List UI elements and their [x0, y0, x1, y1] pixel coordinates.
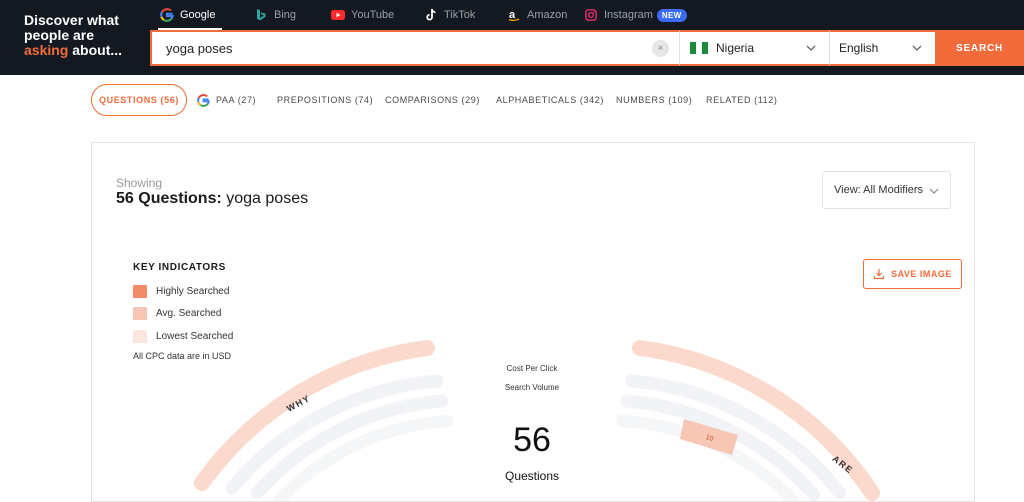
key-item-highly: Highly Searched — [133, 284, 229, 298]
amazon-icon: a — [507, 8, 521, 22]
chevron-down-icon — [806, 45, 816, 51]
brand-tagline[interactable]: Discover what people are asking about... — [24, 13, 144, 58]
cpc-label: Cost Per Click — [506, 364, 558, 373]
search-field-wrap: × — [150, 30, 680, 66]
key-item-label: Lowest Searched — [156, 330, 234, 342]
google-icon — [160, 8, 174, 22]
chevron-down-icon — [929, 188, 939, 194]
country-value: Nigeria — [716, 41, 755, 55]
key-indicators-title: KEY INDICATORS — [133, 262, 226, 273]
engine-label: YouTube — [351, 9, 395, 21]
results-count: 56 Questions: — [116, 190, 222, 207]
questions-count: 56 — [513, 421, 551, 459]
swatch-avg — [133, 306, 147, 320]
tab-questions[interactable]: QUESTIONS (56) — [91, 84, 187, 116]
results-title: 56 Questions: yoga poses — [116, 190, 308, 208]
save-image-button[interactable]: SAVE IMAGE — [863, 259, 962, 289]
engine-tab-tiktok[interactable]: TikTok — [424, 7, 475, 23]
engine-label: TikTok — [444, 9, 476, 21]
results-card: 10 WHY ARE Showing 56 Questions: yoga po… — [91, 142, 975, 502]
instagram-icon — [584, 8, 598, 22]
engine-label: Amazon — [527, 9, 568, 21]
tab-comparisons[interactable]: COMPARISONS (29) — [385, 84, 480, 116]
country-select[interactable]: Nigeria — [680, 30, 830, 66]
nigeria-flag-icon — [690, 42, 708, 54]
tab-numbers[interactable]: NUMBERS (109) — [616, 84, 692, 116]
swatch-lowest — [133, 329, 147, 343]
google-icon — [197, 93, 210, 107]
new-badge: NEW — [656, 8, 687, 22]
key-item-lowest: Lowest Searched — [133, 329, 233, 343]
tab-paa[interactable]: PAA (27) — [197, 84, 256, 116]
search-volume-label: Search Volume — [504, 383, 560, 392]
tab-label: PAA (27) — [216, 95, 257, 105]
engine-tab-instagram[interactable]: Instagram NEW — [584, 7, 687, 23]
top-header: Discover what people are asking about...… — [0, 0, 1024, 75]
key-item-label: Avg. Searched — [156, 307, 222, 319]
swatch-highly — [133, 284, 147, 298]
chevron-down-icon — [912, 45, 922, 51]
tab-alphabeticals[interactable]: ALPHABETICALS (342) — [496, 84, 604, 116]
tiktok-icon — [424, 8, 438, 22]
tab-prepositions[interactable]: PREPOSITIONS (74) — [277, 84, 373, 116]
language-value: English — [839, 41, 879, 55]
wheel-ring-left — [274, 415, 453, 501]
engine-label: Instagram — [604, 9, 653, 21]
engine-label: Google — [180, 9, 216, 21]
engine-tab-amazon[interactable]: a Amazon — [507, 7, 567, 23]
engine-tab-bing[interactable]: Bing — [254, 7, 296, 23]
view-select-value: View: All Modifiers — [834, 184, 924, 196]
key-item-avg: Avg. Searched — [133, 306, 221, 320]
brand-line-2: people are — [24, 27, 95, 43]
tab-related[interactable]: RELATED (112) — [706, 84, 778, 116]
youtube-icon — [331, 8, 345, 22]
search-input[interactable] — [166, 32, 646, 64]
language-select[interactable]: English — [830, 30, 935, 66]
view-modifiers-select[interactable]: View: All Modifiers — [822, 171, 951, 209]
engine-label: Bing — [274, 9, 297, 21]
search-button[interactable]: SEARCH — [935, 30, 1024, 66]
brand-line-3-rest: about... — [68, 42, 123, 58]
download-icon — [873, 269, 885, 280]
save-image-label: SAVE IMAGE — [891, 269, 952, 279]
engine-tab-google[interactable]: Google — [160, 7, 215, 23]
cpc-note: All CPC data are in USD — [133, 351, 232, 361]
clear-search-button[interactable]: × — [652, 40, 669, 57]
bing-icon — [254, 8, 268, 22]
brand-line-1: Discover what — [24, 12, 119, 28]
engine-tab-youtube[interactable]: YouTube — [331, 7, 394, 23]
search-bar: × Nigeria English SEARCH — [150, 30, 1024, 66]
brand-accent-word: asking — [24, 42, 69, 58]
key-item-label: Highly Searched — [156, 285, 230, 297]
brand-line-3: asking about... — [24, 43, 144, 58]
results-keyword: yoga poses — [221, 190, 309, 207]
showing-label: Showing — [116, 176, 163, 190]
